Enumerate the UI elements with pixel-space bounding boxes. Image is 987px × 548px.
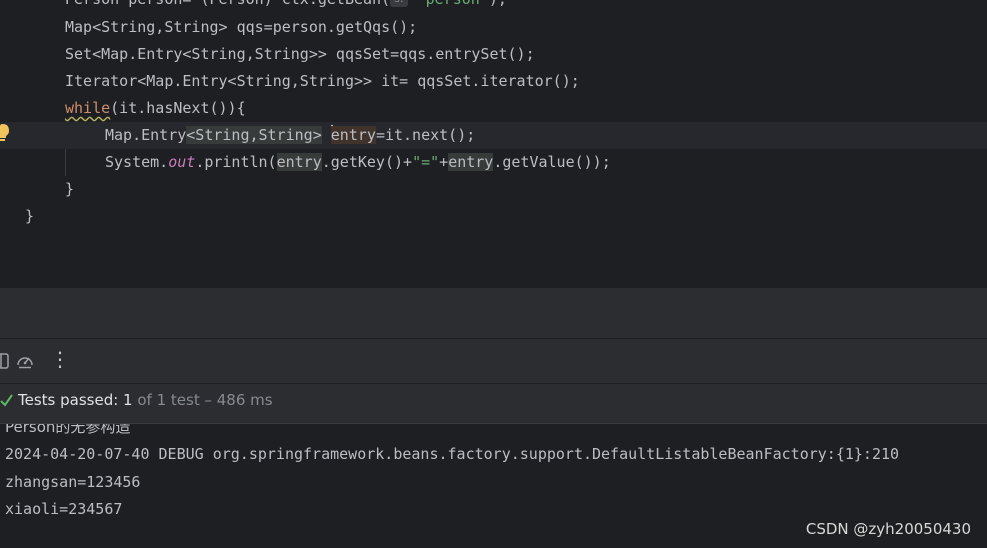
- console-line: Person的无参构造: [5, 424, 131, 436]
- code-line-1[interactable]: Person person= (Person) ctx.getBean(s: "…: [65, 0, 987, 13]
- panel-splitter[interactable]: [0, 288, 987, 339]
- code-text: +: [439, 153, 449, 171]
- watermark: CSDN @zyh20050430: [805, 520, 971, 538]
- code-editor[interactable]: Person person= (Person) ctx.getBean(s: "…: [0, 0, 987, 288]
- check-icon: [0, 394, 13, 407]
- console-line: 2024-04-20-07-40 DEBUG org.springframewo…: [5, 445, 900, 463]
- more-vertical-icon[interactable]: ⋮: [50, 347, 70, 371]
- code-line-3[interactable]: Set<Map.Entry<String,String>> qqsSet=qqs…: [65, 41, 987, 68]
- code-text: .getKey()+: [321, 153, 413, 171]
- test-status-text: Tests passed: 1 of 1 test – 486 ms: [18, 384, 273, 416]
- gauge-icon[interactable]: [15, 351, 35, 371]
- code-text: =it.next();: [375, 126, 476, 144]
- console-line: zhangsan=123456: [5, 473, 141, 491]
- layout-icon[interactable]: [0, 351, 12, 371]
- code-line-7[interactable]: System.out.println(entry.getKey()+"="+en…: [105, 149, 987, 176]
- code-text: .getValue());: [493, 153, 611, 171]
- code-text: System.: [105, 153, 169, 171]
- generic-type-highlight: <String,String>: [186, 126, 322, 144]
- code-line-8[interactable]: }: [65, 176, 987, 203]
- code-line-9[interactable]: }: [25, 203, 987, 230]
- string-literal: "=": [412, 153, 440, 171]
- code-text: Map.Entry: [105, 126, 187, 144]
- variable-entry-highlight: entry: [330, 126, 376, 144]
- tests-total-duration: of 1 test – 486 ms: [132, 391, 273, 409]
- code-text: Person person= (Person) ctx.getBean(: [65, 0, 390, 8]
- code-line-5[interactable]: while(it.hasNext()){: [65, 95, 987, 122]
- run-toolbar: ⋮: [0, 339, 987, 384]
- lightbulb-icon[interactable]: [0, 124, 12, 144]
- code-text: .println(: [195, 153, 277, 171]
- test-status-bar: Tests passed: 1 of 1 test – 486 ms: [0, 384, 987, 424]
- code-line-6-current[interactable]: Map.Entry<String,String> entry=it.next()…: [0, 122, 987, 149]
- keyword-while: while: [65, 99, 111, 117]
- code-text: );: [489, 0, 507, 8]
- code-text: (it.hasNext()){: [110, 99, 246, 117]
- code-line-4[interactable]: Iterator<Map.Entry<String,String>> it= q…: [65, 68, 987, 95]
- variable-entry-highlight: entry: [448, 153, 494, 171]
- variable-entry-highlight: entry: [276, 153, 322, 171]
- console-output[interactable]: Person的无参构造 2024-04-20-07-40 DEBUG org.s…: [0, 424, 987, 548]
- tests-passed-count: 1: [123, 391, 133, 409]
- console-line: xiaoli=234567: [5, 500, 123, 518]
- code-line-2[interactable]: Map<String,String> qqs=person.getQqs();: [65, 14, 987, 41]
- tests-passed-label: Tests passed:: [18, 391, 124, 409]
- static-field-out: out: [168, 153, 196, 171]
- string-literal: "person": [417, 0, 489, 8]
- parameter-hint: s:: [390, 0, 408, 7]
